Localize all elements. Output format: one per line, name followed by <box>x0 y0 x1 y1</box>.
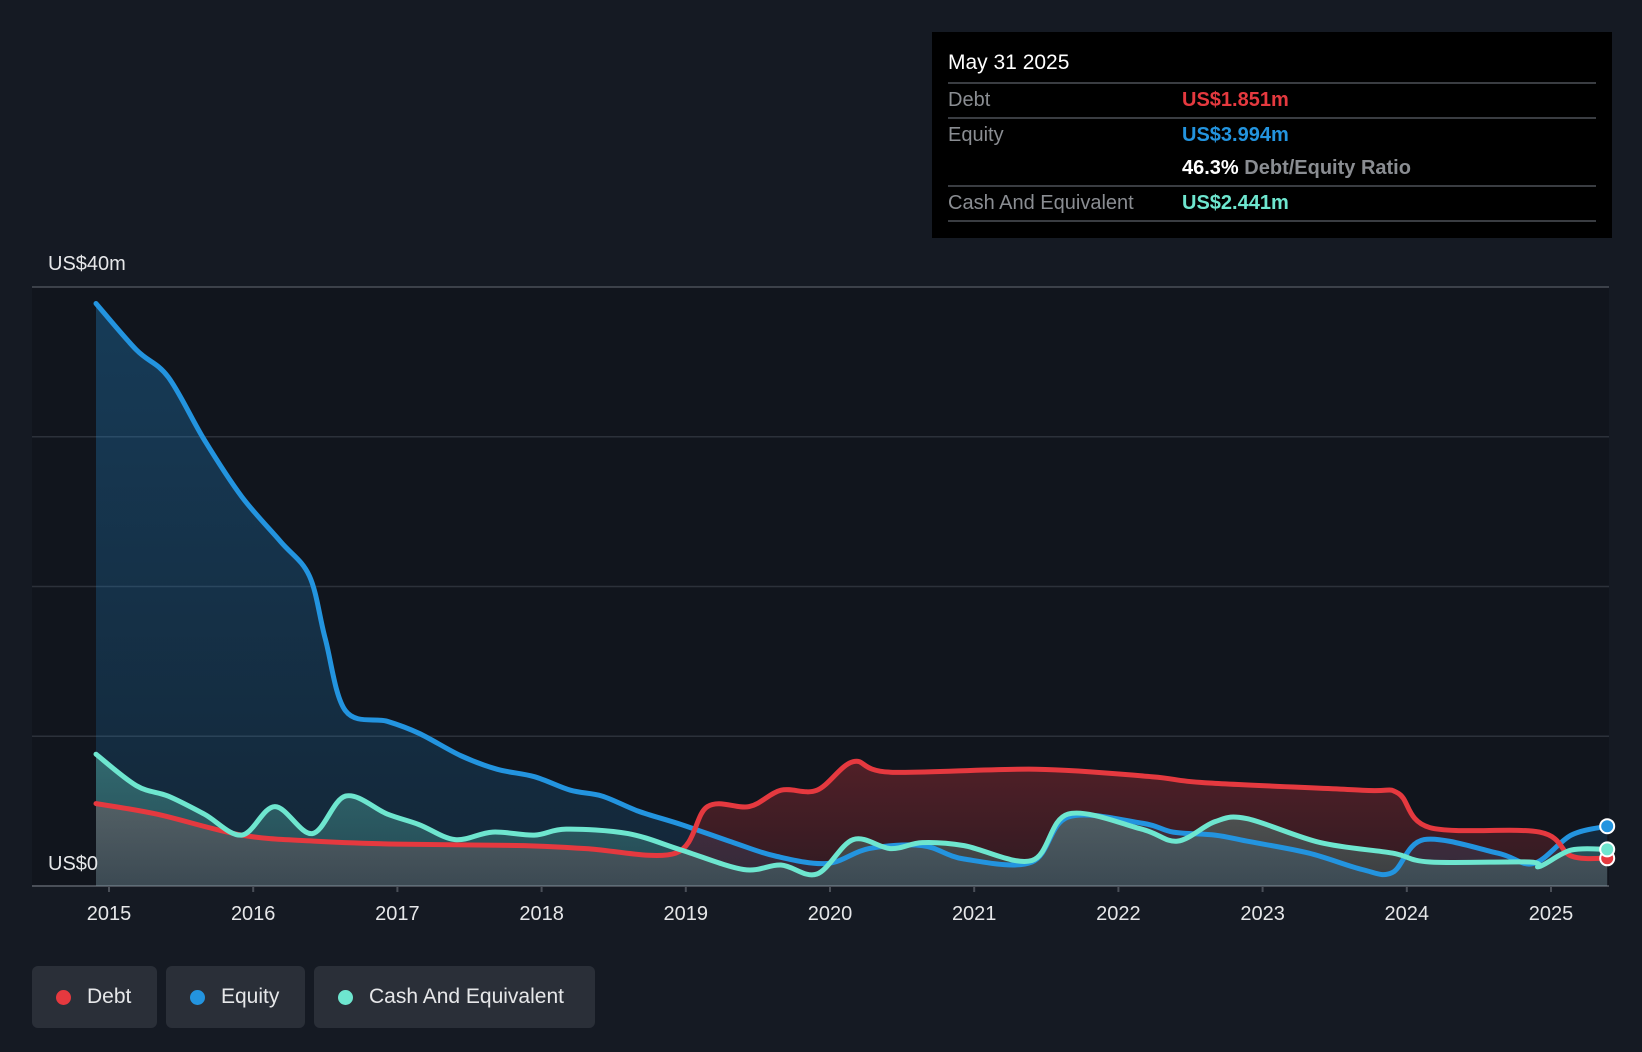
x-tick-label: 2017 <box>375 903 420 925</box>
legend-debt-label: Debt <box>87 985 131 1009</box>
x-tick-label: 2016 <box>231 903 276 925</box>
endpoint-cash-and-equivalent <box>1600 842 1614 856</box>
tooltip-ratio-label: Debt/Equity Ratio <box>1244 152 1411 185</box>
tooltip-cash-row: Cash And Equivalent US$2.441m <box>948 187 1596 222</box>
tooltip-equity-value: US$3.994m <box>1182 119 1289 152</box>
y-axis-top-label: US$40m <box>48 253 126 275</box>
tooltip: May 31 2025 Debt US$1.851m Equity US$3.9… <box>932 32 1612 238</box>
tooltip-ratio-row: 46.3% Debt/Equity Ratio <box>948 152 1596 187</box>
dot-icon <box>338 990 353 1005</box>
dot-icon <box>56 990 71 1005</box>
legend-debt[interactable]: Debt <box>32 966 157 1028</box>
x-tick-label: 2020 <box>808 903 853 925</box>
tooltip-debt-value: US$1.851m <box>1182 84 1289 117</box>
tooltip-equity-row: Equity US$3.994m <box>948 119 1596 152</box>
tooltip-debt-label: Debt <box>948 84 1182 117</box>
x-tick-label: 2024 <box>1385 903 1430 925</box>
tooltip-equity-label: Equity <box>948 119 1182 152</box>
tooltip-date: May 31 2025 <box>948 48 1596 84</box>
legend-equity-label: Equity <box>221 985 279 1009</box>
dot-icon <box>190 990 205 1005</box>
x-tick-label: 2021 <box>952 903 997 925</box>
x-tick-label: 2019 <box>664 903 709 925</box>
x-tick-label: 2025 <box>1529 903 1574 925</box>
x-tick-label: 2018 <box>519 903 564 925</box>
legend-cash-label: Cash And Equivalent <box>369 985 564 1009</box>
x-tick-label: 2023 <box>1240 903 1285 925</box>
x-tick-label: 2022 <box>1096 903 1141 925</box>
y-axis-bottom-label: US$0 <box>48 853 98 875</box>
tooltip-cash-value: US$2.441m <box>1182 187 1289 220</box>
tooltip-debt-row: Debt US$1.851m <box>948 84 1596 119</box>
legend-cash[interactable]: Cash And Equivalent <box>314 966 595 1028</box>
tooltip-cash-label: Cash And Equivalent <box>948 187 1182 220</box>
endpoint-equity <box>1600 819 1614 833</box>
legend-equity[interactable]: Equity <box>166 966 305 1028</box>
x-tick-label: 2015 <box>87 903 132 925</box>
tooltip-ratio-value: 46.3% <box>1182 152 1239 185</box>
